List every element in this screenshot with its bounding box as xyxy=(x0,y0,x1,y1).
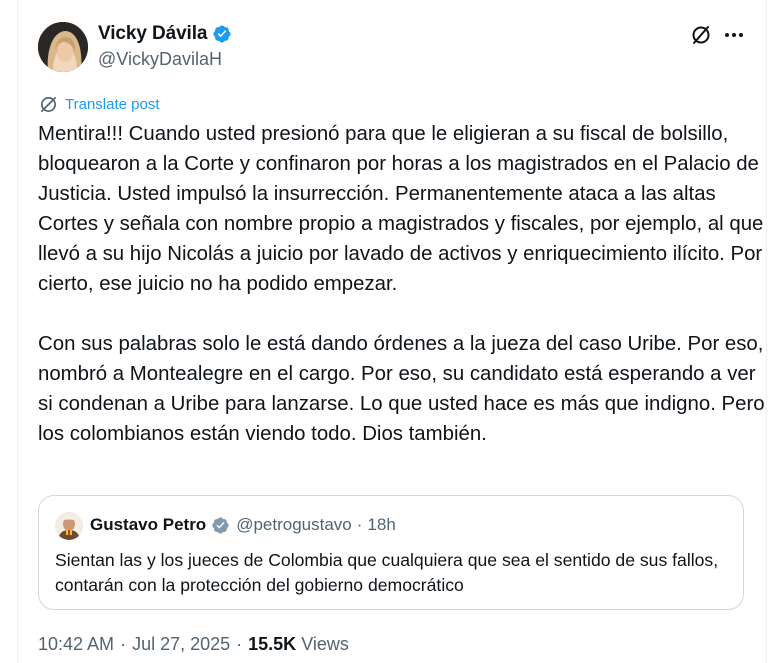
quoted-author-name[interactable]: Gustavo Petro xyxy=(90,515,206,535)
tweet-text: Mentira!!! Cuando usted presionó para qu… xyxy=(38,123,765,445)
translate-globe-icon xyxy=(39,95,58,114)
grok-icon[interactable] xyxy=(690,24,712,46)
quoted-author-avatar[interactable] xyxy=(55,512,83,540)
quoted-tweet-card[interactable]: Gustavo Petro @petrogustavo · 18h Sienta… xyxy=(38,495,744,610)
views-label: Views xyxy=(301,634,349,654)
translate-post-label: Translate post xyxy=(65,96,160,113)
tweet-time[interactable]: 10:42 AM xyxy=(38,634,114,654)
quoted-author-handle[interactable]: @petrogustavo xyxy=(236,515,352,535)
quoted-timestamp[interactable]: 18h xyxy=(367,515,395,535)
translate-post-link[interactable]: Translate post xyxy=(39,95,160,114)
quoted-tweet-text: Sientan las y los jueces de Colombia que… xyxy=(55,550,719,595)
tweet-date[interactable]: Jul 27, 2025 xyxy=(132,634,230,654)
quoted-tweet-header: Gustavo Petro @petrogustavo · 18h xyxy=(90,515,396,535)
left-border xyxy=(17,0,18,663)
views-count: 15.5K xyxy=(248,634,297,654)
tweet-meta: 10:42 AM · Jul 27, 2025 · 15.5K Views xyxy=(38,634,349,655)
author-handle[interactable]: @VickyDavilaH xyxy=(98,49,222,70)
quoted-separator: · xyxy=(356,515,363,534)
government-verified-badge-icon xyxy=(211,516,230,535)
more-options-icon[interactable] xyxy=(723,24,745,46)
author-avatar[interactable] xyxy=(38,22,88,72)
verified-badge-icon xyxy=(212,24,232,44)
meta-separator: · xyxy=(120,634,127,654)
author-display-name[interactable]: Vicky Dávila xyxy=(98,23,207,45)
author-name-row[interactable]: Vicky Dávila xyxy=(98,23,232,45)
meta-separator: · xyxy=(236,634,243,654)
